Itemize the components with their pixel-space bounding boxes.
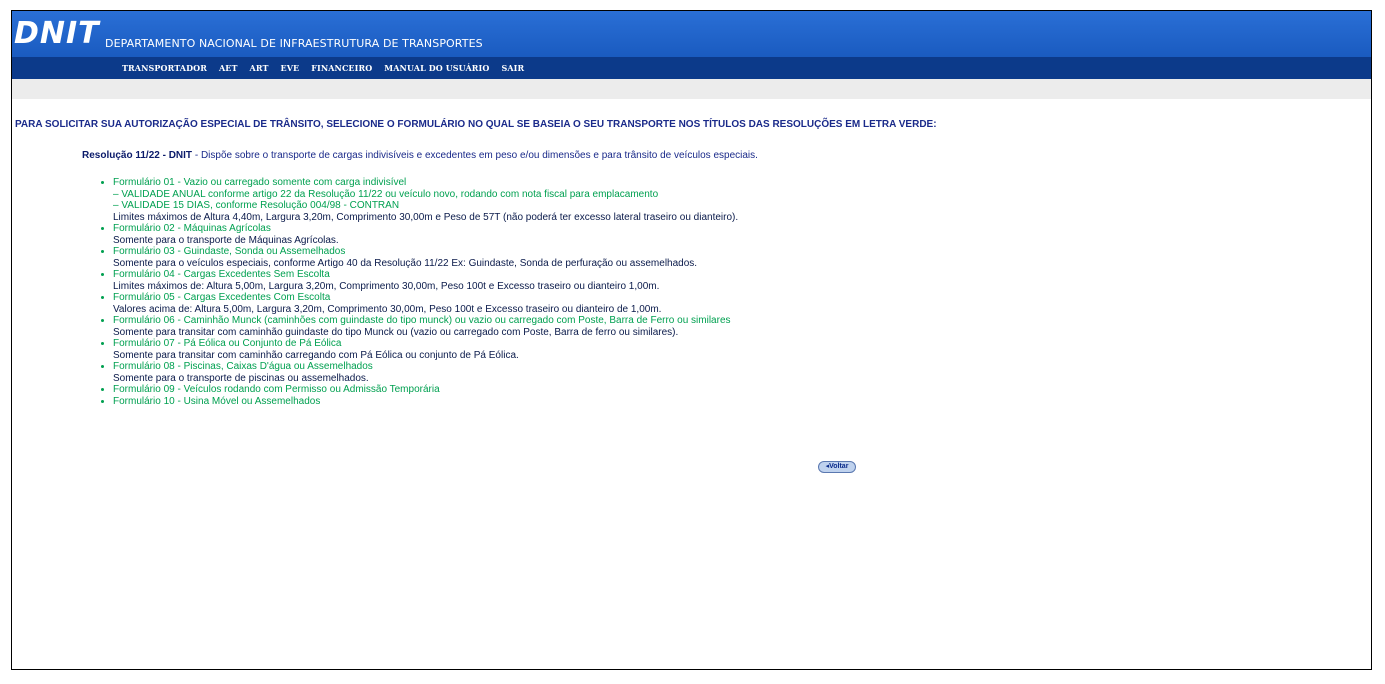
form-list: Formulário 01 - Vazio ou carregado somen… — [12, 177, 1371, 407]
form-05-desc: Valores acima de: Altura 5,00m, Largura … — [113, 303, 662, 315]
gray-band — [12, 79, 1371, 99]
list-item: Formulário 02 - Máquinas Agrícolas Somen… — [113, 223, 1371, 246]
header-subtitle: DEPARTAMENTO NACIONAL DE INFRAESTRUTURA … — [105, 37, 483, 50]
form-07-desc: Somente para transitar com caminhão carr… — [113, 349, 519, 361]
list-item: Formulário 10 - Usina Móvel ou Assemelha… — [113, 396, 1371, 408]
form-03-desc: Somente para o veículos especiais, confo… — [113, 257, 698, 269]
top-nav: TRANSPORTADOR AET ART EVE FINANCEIRO MAN… — [12, 57, 1371, 79]
form-10-link[interactable]: Formulário 10 - Usina Móvel ou Assemelha… — [113, 396, 1371, 408]
nav-financeiro[interactable]: FINANCEIRO — [311, 63, 372, 73]
list-item: Formulário 08 - Piscinas, Caixas D'água … — [113, 361, 1371, 384]
nav-art[interactable]: ART — [250, 63, 269, 73]
resolution-description: Dispõe sobre o transporte de cargas indi… — [200, 150, 758, 161]
nav-manual-usuario[interactable]: MANUAL DO USUÁRIO — [384, 63, 489, 73]
list-item: Formulário 01 - Vazio ou carregado somen… — [113, 177, 1371, 223]
form-05-link[interactable]: Formulário 05 - Cargas Excedentes Com Es… — [113, 292, 1371, 304]
dnit-logo: DNIT — [14, 16, 100, 51]
list-item: Formulário 07 - Pá Eólica ou Conjunto de… — [113, 338, 1371, 361]
form-01-note-15dias[interactable]: – VALIDADE 15 DIAS, conforme Resolução 0… — [113, 200, 1371, 212]
form-09-link[interactable]: Formulário 09 - Veículos rodando com Per… — [113, 384, 1371, 396]
form-01-note-anual[interactable]: – VALIDADE ANUAL conforme artigo 22 da R… — [113, 189, 1371, 201]
nav-sair[interactable]: SAIR — [501, 63, 524, 73]
form-08-link[interactable]: Formulário 08 - Piscinas, Caixas D'água … — [113, 361, 1371, 373]
voltar-button[interactable]: ◂Voltar — [818, 461, 856, 473]
form-06-desc: Somente para transitar com caminhão guin… — [113, 326, 679, 338]
voltar-label: Voltar — [829, 463, 849, 470]
form-03-link[interactable]: Formulário 03 - Guindaste, Sonda ou Asse… — [113, 246, 1371, 258]
form-02-desc: Somente para o transporte de Máquinas Ag… — [113, 234, 339, 246]
resolution-line: Resolução 11/22 - DNIT - Dispõe sobre o … — [82, 150, 1371, 161]
intro-heading: PARA SOLICITAR SUA AUTORIZAÇÃO ESPECIAL … — [15, 119, 937, 130]
form-01-desc: Limites máximos de Altura 4,40m, Largura… — [113, 211, 739, 223]
page-frame: DNIT DEPARTAMENTO NACIONAL DE INFRAESTRU… — [11, 10, 1372, 670]
resolution-code: Resolução 11/22 - DNIT — [82, 150, 193, 161]
nav-eve[interactable]: EVE — [281, 63, 300, 73]
form-04-link[interactable]: Formulário 04 - Cargas Excedentes Sem Es… — [113, 269, 1371, 281]
resolution-separator: - — [192, 150, 201, 161]
form-07-link[interactable]: Formulário 07 - Pá Eólica ou Conjunto de… — [113, 338, 1371, 350]
form-04-desc: Limites máximos de: Altura 5,00m, Largur… — [113, 280, 660, 292]
list-item: Formulário 04 - Cargas Excedentes Sem Es… — [113, 269, 1371, 292]
form-01-link[interactable]: Formulário 01 - Vazio ou carregado somen… — [113, 177, 1371, 189]
list-item: Formulário 09 - Veículos rodando com Per… — [113, 384, 1371, 396]
header-banner: DNIT DEPARTAMENTO NACIONAL DE INFRAESTRU… — [12, 11, 1371, 57]
list-item: Formulário 05 - Cargas Excedentes Com Es… — [113, 292, 1371, 315]
list-item: Formulário 06 - Caminhão Munck (caminhõe… — [113, 315, 1371, 338]
form-08-desc: Somente para o transporte de piscinas ou… — [113, 372, 369, 384]
form-02-link[interactable]: Formulário 02 - Máquinas Agrícolas — [113, 223, 1371, 235]
form-06-link[interactable]: Formulário 06 - Caminhão Munck (caminhõe… — [113, 315, 1371, 327]
nav-aet[interactable]: AET — [219, 63, 238, 73]
nav-transportador[interactable]: TRANSPORTADOR — [122, 63, 207, 73]
list-item: Formulário 03 - Guindaste, Sonda ou Asse… — [113, 246, 1371, 269]
